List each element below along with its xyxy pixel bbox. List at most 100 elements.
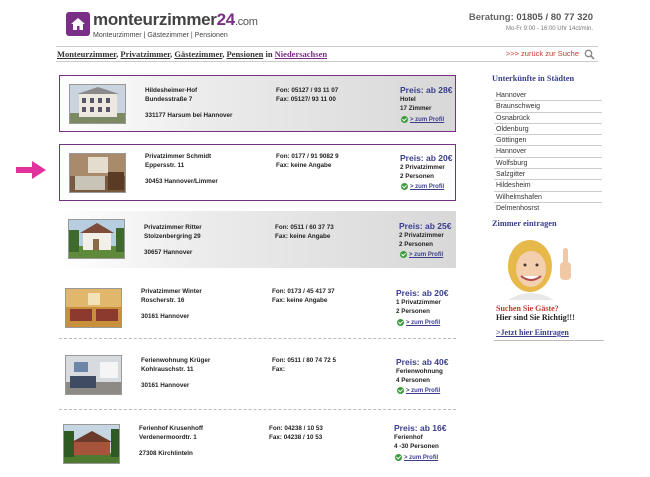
- listing-street: Verdenermoordtr. 1: [139, 433, 197, 441]
- profile-link-label: > zum Profil: [410, 116, 445, 123]
- listing-photo[interactable]: [68, 219, 125, 259]
- listing-card[interactable]: Privatzimmer Ritter Stolzenbergring 29 3…: [59, 211, 456, 268]
- listing-city: 30453 Hannover/Limmer: [145, 178, 218, 186]
- listing-fax: Fax: keine Angabe: [275, 232, 331, 240]
- check-icon: [401, 183, 408, 190]
- breadcrumb-region[interactable]: Niedersachsen: [275, 49, 327, 59]
- sidebar-cities-title: Unterkünfte in Städten: [492, 74, 602, 83]
- breadcrumb: Monteurzimmer, Privatzimmer, Gästezimmer…: [57, 49, 328, 59]
- check-icon: [397, 387, 404, 394]
- listing-card[interactable]: Privatzimmer Winter Roscherstr. 16 30161…: [59, 277, 456, 339]
- hotline-hours: Mo-Fr 9:00 - 16:00 Uhr 14ct/min.: [505, 26, 593, 32]
- pointer-arrow-icon: [16, 161, 46, 179]
- city-link[interactable]: Göttingen: [494, 135, 602, 147]
- breadcrumb-gaestezimmer[interactable]: Gästezimmer: [174, 49, 222, 59]
- listing-name: Hildesheimer-Hof: [145, 87, 198, 94]
- cities-heading: Unterkünfte in Städten: [492, 74, 575, 83]
- listing-photo[interactable]: [65, 355, 122, 395]
- profile-link-label: > zum Profil: [404, 454, 439, 461]
- divider: [494, 340, 604, 341]
- listing-type: Hotel: [400, 96, 416, 103]
- listing-city: 30161 Hannover: [141, 313, 190, 321]
- site-logo[interactable]: monteurzimmer24.com Monteurzimmer | Gäst…: [66, 11, 258, 39]
- register-now-link[interactable]: >Jetzt hier Eintragen: [496, 328, 569, 337]
- city-link[interactable]: Delmenhosrst: [494, 203, 602, 214]
- listing-price: Preis: ab 25€: [399, 221, 452, 231]
- city-link[interactable]: Hildesheim: [494, 180, 602, 192]
- eintragen-heading: Zimmer eintragen: [492, 219, 557, 228]
- listing-price: Preis: ab 28€: [400, 85, 453, 95]
- profile-link-label: > zum Profil: [410, 183, 445, 190]
- profile-link[interactable]: > zum Profil: [397, 319, 440, 326]
- listing-photo[interactable]: [69, 84, 126, 124]
- listing-price: Preis: ab 40€: [396, 357, 449, 367]
- listing-price: Preis: ab 16€: [394, 423, 447, 433]
- listing-photo[interactable]: [69, 153, 126, 193]
- listing-type: Ferienwohnung: [396, 368, 443, 375]
- listing-street: Stolzenbergring 29: [144, 232, 201, 240]
- city-link[interactable]: Hannover: [494, 146, 602, 158]
- listing-photo[interactable]: [65, 288, 122, 328]
- back-to-search-link[interactable]: >>> zurück zur Suche: [506, 49, 579, 58]
- listing-phone: Fon: 0511 / 80 74 72 5: [272, 357, 337, 364]
- listing-name: Privatzimmer Ritter: [144, 224, 202, 231]
- listing-city: 30161 Hannover: [141, 382, 190, 390]
- profile-link[interactable]: > zum Profil: [400, 251, 443, 258]
- listing-card[interactable]: Ferienhof Krusenhoff Verdenermoordtr. 1 …: [59, 418, 456, 474]
- listing-phone: Fon: 05127 / 93 11 07: [276, 87, 339, 94]
- city-link[interactable]: Wolfsburg: [494, 158, 602, 170]
- listing-phone: Fon: 0173 / 45 417 37: [272, 288, 335, 295]
- profile-link[interactable]: > zum Profil: [395, 454, 438, 461]
- profile-link[interactable]: > zum Profil: [401, 116, 444, 123]
- listing-fax: Fax:: [272, 365, 285, 373]
- breadcrumb-privatzimmer[interactable]: Privatzimmer: [120, 49, 170, 59]
- listing-fax: Fax: keine Angabe: [276, 161, 332, 169]
- city-link[interactable]: Oldenburg: [494, 124, 602, 136]
- city-link[interactable]: Salzgitter: [494, 169, 602, 181]
- hotline-number: 01805 / 80 77 320: [516, 12, 593, 23]
- breadcrumb-bar: Monteurzimmer, Privatzimmer, Gästezimmer…: [56, 46, 598, 62]
- breadcrumb-pensionen[interactable]: Pensionen: [226, 49, 263, 59]
- listing-price: Preis: ab 20€: [396, 288, 449, 298]
- listing-phone: Fon: 04238 / 10 53: [269, 425, 323, 432]
- listing-street: Kohlrauschstr. 11: [141, 365, 194, 373]
- listing-type: 2 Privatzimmer: [400, 164, 445, 171]
- profile-link[interactable]: > zum Profil: [397, 387, 440, 394]
- city-list: Hannover Braunschweig Osnabrück Oldenbur…: [494, 90, 602, 214]
- breadcrumb-monteurzimmer[interactable]: Monteurzimmer: [57, 49, 116, 59]
- check-icon: [397, 319, 404, 326]
- listing-name: Privatzimmer Winter: [141, 288, 202, 295]
- listing-capacity: 4 -30 Personen: [394, 442, 439, 450]
- hotline-label: Beratung:: [468, 12, 514, 23]
- check-icon: [400, 251, 407, 258]
- profile-link-label: > zum Profil: [409, 251, 444, 258]
- listing-capacity: 17 Zimmer: [400, 104, 432, 112]
- listing-card[interactable]: Privatzimmer Schmidt Eppersstr. 11 30453…: [59, 144, 456, 201]
- listing-name: Ferienwohnung Krüger: [141, 357, 211, 364]
- listing-card[interactable]: Hildesheimer-Hof Bundesstraße 7 331177 H…: [59, 75, 456, 132]
- listing-street: Bundesstraße 7: [145, 95, 193, 103]
- breadcrumb-connector: in: [265, 49, 273, 59]
- listing-capacity: 2 Personen: [399, 240, 433, 248]
- city-link[interactable]: Osnabrück: [494, 113, 602, 124]
- listing-street: Eppersstr. 11: [145, 161, 185, 169]
- city-link[interactable]: Wilhelmshafen: [494, 192, 602, 203]
- listing-photo[interactable]: [63, 424, 120, 464]
- magnifier-icon[interactable]: [584, 49, 595, 60]
- listing-price: Preis: ab 20€: [400, 153, 453, 163]
- profile-link-label: > zum Profil: [406, 387, 441, 394]
- smiling-woman-thumbs-up-image: [494, 236, 588, 300]
- city-link[interactable]: Braunschweig: [494, 101, 602, 113]
- profile-link[interactable]: > zum Profil: [401, 183, 444, 190]
- city-link[interactable]: Hannover: [494, 90, 602, 102]
- listing-type: 1 Privatzimmer: [396, 299, 441, 306]
- profile-link-label: > zum Profil: [406, 319, 441, 326]
- listing-name: Ferienhof Krusenhoff: [139, 425, 204, 432]
- listing-street: Roscherstr. 16: [141, 296, 185, 304]
- listing-city: 331177 Harsum bei Hannover: [145, 112, 233, 120]
- listing-card[interactable]: Ferienwohnung Krüger Kohlrauschstr. 11 3…: [59, 345, 456, 410]
- logo-wordmark: monteurzimmer24.com: [93, 10, 258, 29]
- listing-name: Privatzimmer Schmidt: [145, 153, 212, 160]
- listing-city: 30657 Hannover: [144, 249, 193, 257]
- listing-city: 27308 Kirchlinteln: [139, 450, 193, 458]
